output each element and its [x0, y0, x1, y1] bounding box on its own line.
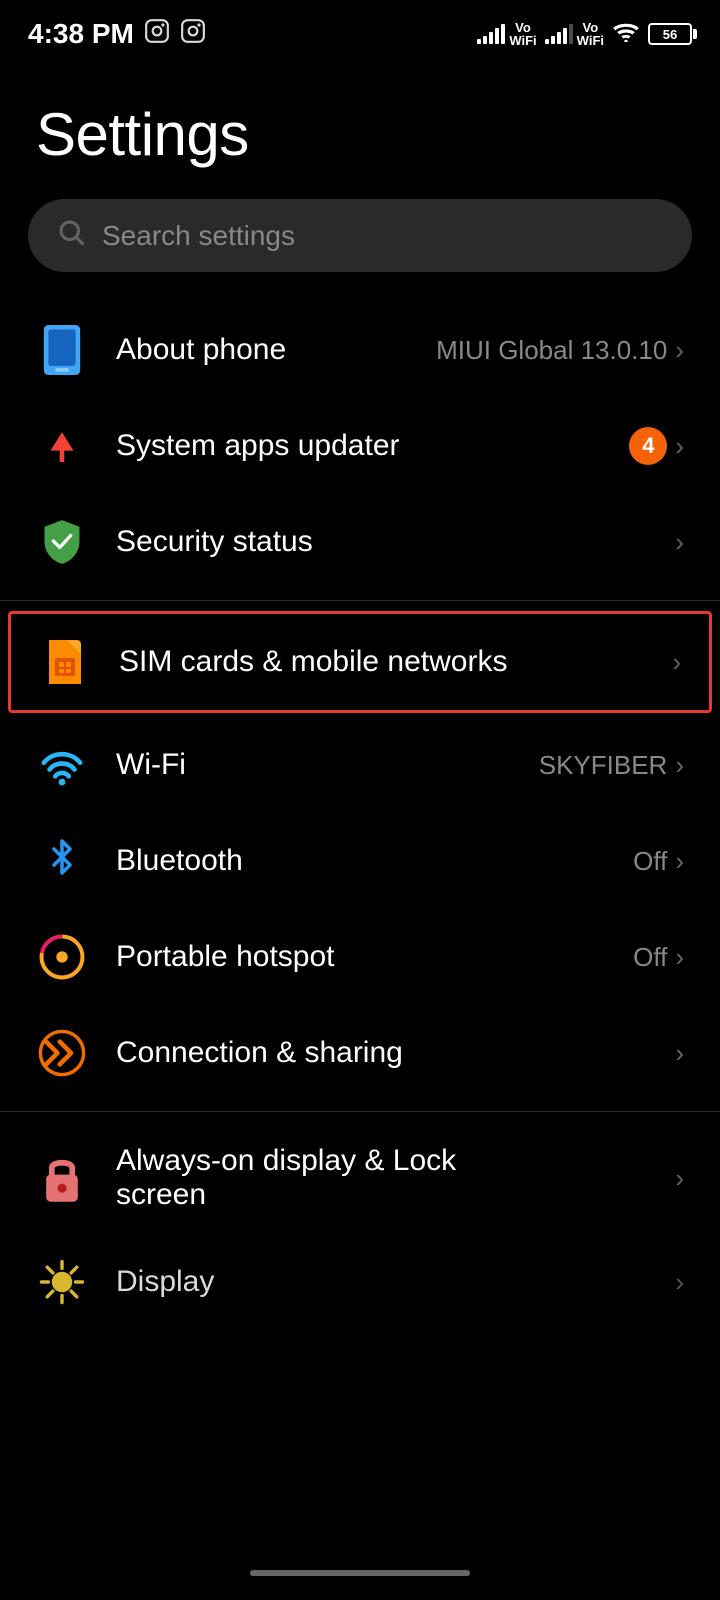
sim-right: ›	[672, 647, 681, 678]
settings-list: About phone MIUI Global 13.0.10 › System…	[0, 302, 720, 1330]
wifi-label: Wi-Fi	[116, 748, 186, 781]
settings-item-bluetooth[interactable]: Bluetooth Off ›	[0, 813, 720, 909]
instagram2-icon	[180, 18, 206, 50]
settings-item-system-apps[interactable]: System apps updater 4 ›	[0, 398, 720, 494]
wifi-icon	[36, 739, 88, 791]
settings-item-connection[interactable]: Connection & sharing ›	[0, 1005, 720, 1101]
security-content: Security status	[116, 525, 675, 559]
connection-icon	[36, 1027, 88, 1079]
signal-group1: Vo WiFi	[477, 21, 536, 47]
settings-item-security[interactable]: Security status ›	[0, 494, 720, 590]
hotspot-chevron: ›	[675, 942, 684, 973]
display-chevron: ›	[675, 1267, 684, 1298]
settings-item-sim[interactable]: SIM cards & mobile networks ›	[8, 611, 712, 713]
status-bar: 4:38 PM	[0, 0, 720, 60]
about-phone-label: About phone	[116, 333, 286, 366]
display-icon	[36, 1256, 88, 1308]
settings-item-lock[interactable]: Always-on display & Lockscreen ›	[0, 1122, 720, 1234]
signal-bars-1	[477, 24, 505, 44]
lock-content: Always-on display & Lockscreen	[116, 1144, 675, 1212]
system-apps-right: 4 ›	[629, 427, 684, 465]
instagram-icon	[144, 18, 170, 50]
vo-wifi-1: Vo WiFi	[509, 21, 536, 47]
lock-icon	[36, 1152, 88, 1204]
sim-chevron: ›	[672, 647, 681, 678]
about-phone-right: MIUI Global 13.0.10 ›	[436, 335, 684, 366]
connection-content: Connection & sharing	[116, 1036, 675, 1070]
bluetooth-content: Bluetooth	[116, 844, 633, 878]
about-phone-sublabel: MIUI Global 13.0.10	[436, 335, 667, 366]
display-right: ›	[675, 1267, 684, 1298]
security-chevron: ›	[675, 527, 684, 558]
status-left: 4:38 PM	[28, 18, 206, 50]
system-apps-label: System apps updater	[116, 429, 400, 462]
system-apps-badge: 4	[629, 427, 667, 465]
sim-content: SIM cards & mobile networks	[119, 645, 672, 679]
system-apps-content: System apps updater	[116, 429, 629, 463]
connection-right: ›	[675, 1038, 684, 1069]
about-phone-chevron: ›	[675, 335, 684, 366]
page-title: Settings	[0, 60, 720, 199]
about-phone-icon	[36, 324, 88, 376]
hotspot-icon	[36, 931, 88, 983]
signal-bars-2	[545, 24, 573, 44]
divider-2	[0, 1111, 720, 1112]
about-phone-content: About phone	[116, 333, 436, 367]
wifi-sublabel: SKYFIBER	[539, 750, 668, 781]
search-placeholder-text: Search settings	[102, 220, 295, 252]
security-icon	[36, 516, 88, 568]
battery-indicator: 56	[648, 23, 692, 45]
signal-group2: Vo WiFi	[545, 21, 604, 47]
bluetooth-icon	[36, 835, 88, 887]
display-label: Display	[116, 1265, 214, 1298]
system-apps-chevron: ›	[675, 431, 684, 462]
wifi-content: Wi-Fi	[116, 748, 539, 782]
sim-icon	[39, 636, 91, 688]
vo-wifi-2: Vo WiFi	[577, 21, 604, 47]
bluetooth-sublabel: Off	[633, 846, 667, 877]
security-label: Security status	[116, 525, 313, 558]
connection-label: Connection & sharing	[116, 1036, 403, 1069]
wifi-status-icon	[612, 20, 640, 48]
security-right: ›	[675, 527, 684, 558]
divider-1	[0, 600, 720, 601]
display-content: Display	[116, 1265, 675, 1299]
hotspot-content: Portable hotspot	[116, 940, 633, 974]
sim-label: SIM cards & mobile networks	[119, 645, 507, 678]
hotspot-label: Portable hotspot	[116, 940, 334, 973]
lock-right: ›	[675, 1163, 684, 1194]
status-right: Vo WiFi Vo WiFi	[477, 20, 692, 48]
lock-label: Always-on display & Lockscreen	[116, 1144, 456, 1211]
settings-item-wifi[interactable]: Wi-Fi SKYFIBER ›	[0, 717, 720, 813]
status-time: 4:38 PM	[28, 18, 134, 50]
home-indicator	[250, 1570, 470, 1576]
bluetooth-chevron: ›	[675, 846, 684, 877]
settings-item-display[interactable]: Display ›	[0, 1234, 720, 1330]
connection-chevron: ›	[675, 1038, 684, 1069]
hotspot-sublabel: Off	[633, 942, 667, 973]
settings-item-hotspot[interactable]: Portable hotspot Off ›	[0, 909, 720, 1005]
search-bar[interactable]: Search settings	[28, 199, 692, 272]
settings-item-about-phone[interactable]: About phone MIUI Global 13.0.10 ›	[0, 302, 720, 398]
system-apps-icon	[36, 420, 88, 472]
wifi-right: SKYFIBER ›	[539, 750, 684, 781]
lock-chevron: ›	[675, 1163, 684, 1194]
hotspot-right: Off ›	[633, 942, 684, 973]
bluetooth-right: Off ›	[633, 846, 684, 877]
wifi-chevron: ›	[675, 750, 684, 781]
bluetooth-label: Bluetooth	[116, 844, 243, 877]
search-icon	[56, 217, 86, 254]
